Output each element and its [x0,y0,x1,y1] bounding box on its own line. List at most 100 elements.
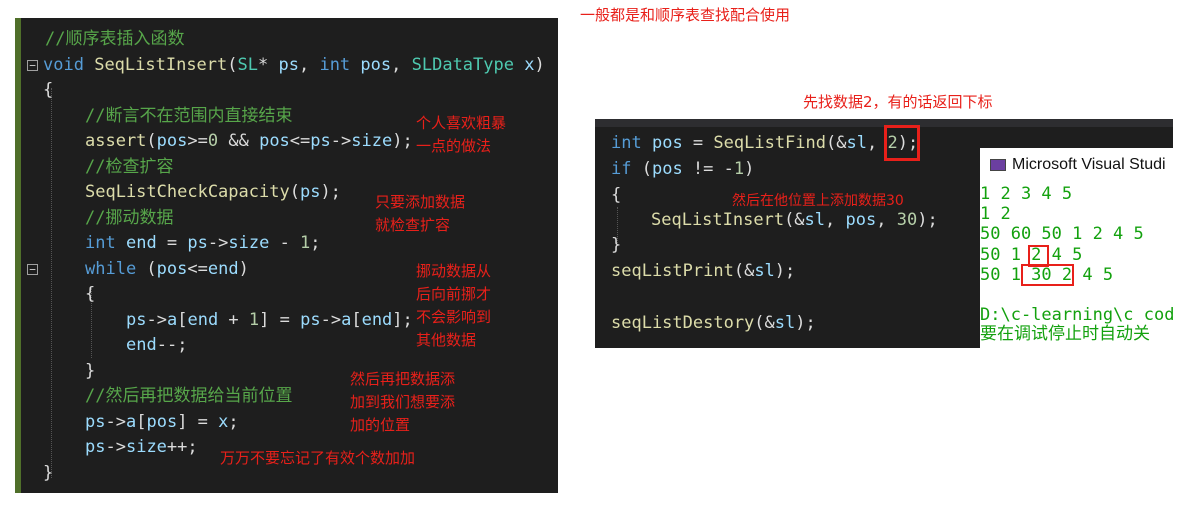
left-code-line-7[interactable]: SeqListCheckCapacity(ps); [85,180,341,205]
annotation-move-data: 挪动数据从 后向前挪才 不会影响到 其他数据 [416,262,492,349]
console-window[interactable]: Microsoft Visual Studi 1 2 3 4 51 2 50 60… [980,148,1173,348]
left-code-line-9[interactable]: int end = ps->size - 1; [85,231,321,256]
console-output-line: 50 60 50 1 2 4 5 [980,224,1144,244]
code-token: ps [85,411,106,432]
code-token: -> [320,309,342,330]
code-token: ] = [177,411,219,432]
code-token: -> [330,131,352,151]
code-token: ps [85,437,106,457]
left-code-line-16[interactable]: ps->a[pos] = x; [85,410,239,435]
code-token: end [187,309,219,330]
code-token: ; [228,411,239,432]
code-token: ps [310,131,331,151]
left-code-line-6[interactable]: //检查扩容 [85,155,173,180]
code-token: sl [754,261,775,281]
code-token: ( [631,159,652,179]
code-token: SeqListInsert [94,54,228,75]
left-code-line-10[interactable]: while (pos<=end) [85,257,249,282]
right-code-line-2[interactable]: if (pos != -1) [611,156,754,182]
highlight-find-arg [884,125,920,161]
code-token: ( [136,258,157,279]
collapse-toggle-while[interactable]: − [27,264,38,275]
code-token: end [207,258,239,279]
left-code-line-18[interactable]: } [43,461,53,486]
annotation-insert-note: 然后在他位置上添加数据30 [732,193,904,209]
left-code-line-8[interactable]: //挪动数据 [85,206,173,231]
code-token: = [682,133,714,153]
code-token: -> [146,309,167,330]
code-token: ( [146,131,157,151]
annotation-put-data: 然后再把数据添 加到我们想要添 加的位置 [350,370,456,434]
code-token: ++; [166,437,198,457]
code-token: -> [105,411,126,432]
right-code-line-6[interactable]: seqListPrint(&sl); [611,258,795,284]
console-titlebar[interactable]: Microsoft Visual Studi [980,148,1173,181]
code-token: , [391,54,412,75]
left-code-line-13[interactable]: end--; [126,333,187,358]
code-token: , [825,210,846,230]
code-token: ); [795,313,816,333]
left-code-line-17[interactable]: ps->size++; [85,435,198,460]
left-code-line-14[interactable]: } [85,359,95,384]
code-token: ( [227,54,238,75]
code-token: [ [351,309,362,330]
left-code-line-3[interactable]: { [43,78,53,103]
annotation-rough-approach: 个人喜欢粗暴 一点的做法 [416,114,507,155]
code-token: ) [238,258,249,279]
right-code-line-3[interactable]: { [611,182,621,208]
left-code-line-11[interactable]: { [85,282,95,307]
code-token: while [85,258,137,279]
right-code-line-5[interactable]: } [611,232,621,258]
console-app-icon [990,158,1006,171]
code-token: size [125,437,167,457]
code-token: pos [360,54,392,75]
code-token: - [723,159,734,179]
code-token: ); [392,131,413,151]
code-token: int [611,133,642,153]
left-code-line-5[interactable]: assert(pos>=0 && pos<=ps->size); [85,129,413,154]
code-token: - [269,233,301,253]
console-output-line: 1 2 3 4 5 [980,184,1073,204]
code-token: <= [289,131,311,151]
code-token: SeqListInsert [651,210,785,230]
code-token: = [156,233,188,253]
right-code-line-1[interactable]: int pos = SeqListFind(&sl, 2); [611,130,918,156]
left-code-line-2[interactable]: void SeqListInsert(SL* ps, int pos, SLDa… [43,53,545,78]
code-editor-left[interactable]: − − //顺序表插入函数 void SeqListInsert(SL* ps, … [15,18,558,493]
code-token: sl [846,133,867,153]
code-token: //断言不在范围内直接结束 [85,105,293,126]
code-token: pos [146,411,178,432]
left-code-line-15[interactable]: //然后再把数据给当前位置 [85,384,292,409]
code-token: 1 [300,233,311,253]
left-code-line-1[interactable]: //顺序表插入函数 [45,27,184,52]
annotation-find-note: 先找数据2，有的话返回下标 [803,93,993,111]
highlight-inserted-30 [1021,264,1074,286]
code-token: assert [85,131,147,151]
code-token: pos [651,133,683,153]
code-token: } [611,235,622,255]
console-title: Microsoft Visual Studi [1012,156,1166,173]
collapse-toggle-function[interactable]: − [27,60,38,71]
code-token: (& [826,133,847,153]
right-code-line-8[interactable]: seqListDestory(&sl); [611,310,816,336]
console-output-line: 1 2 [980,204,1011,224]
code-token: { [85,284,96,304]
code-token: //然后再把数据给当前位置 [85,386,293,406]
left-code-line-12[interactable]: ps->a[end + 1] = ps->a[end]; [126,308,413,333]
indent-guide [51,88,52,478]
code-token: [ [177,309,188,330]
code-token: ps [299,182,321,202]
code-token: ; [310,233,321,253]
code-token: seqListDestory [611,313,755,333]
code-token: size [351,131,393,151]
code-token: end [125,233,157,253]
code-token: sl [804,210,826,230]
left-code-line-4[interactable]: //断言不在范围内直接结束 [85,104,292,129]
code-token: * [258,54,279,75]
code-token: 1 [248,309,260,330]
